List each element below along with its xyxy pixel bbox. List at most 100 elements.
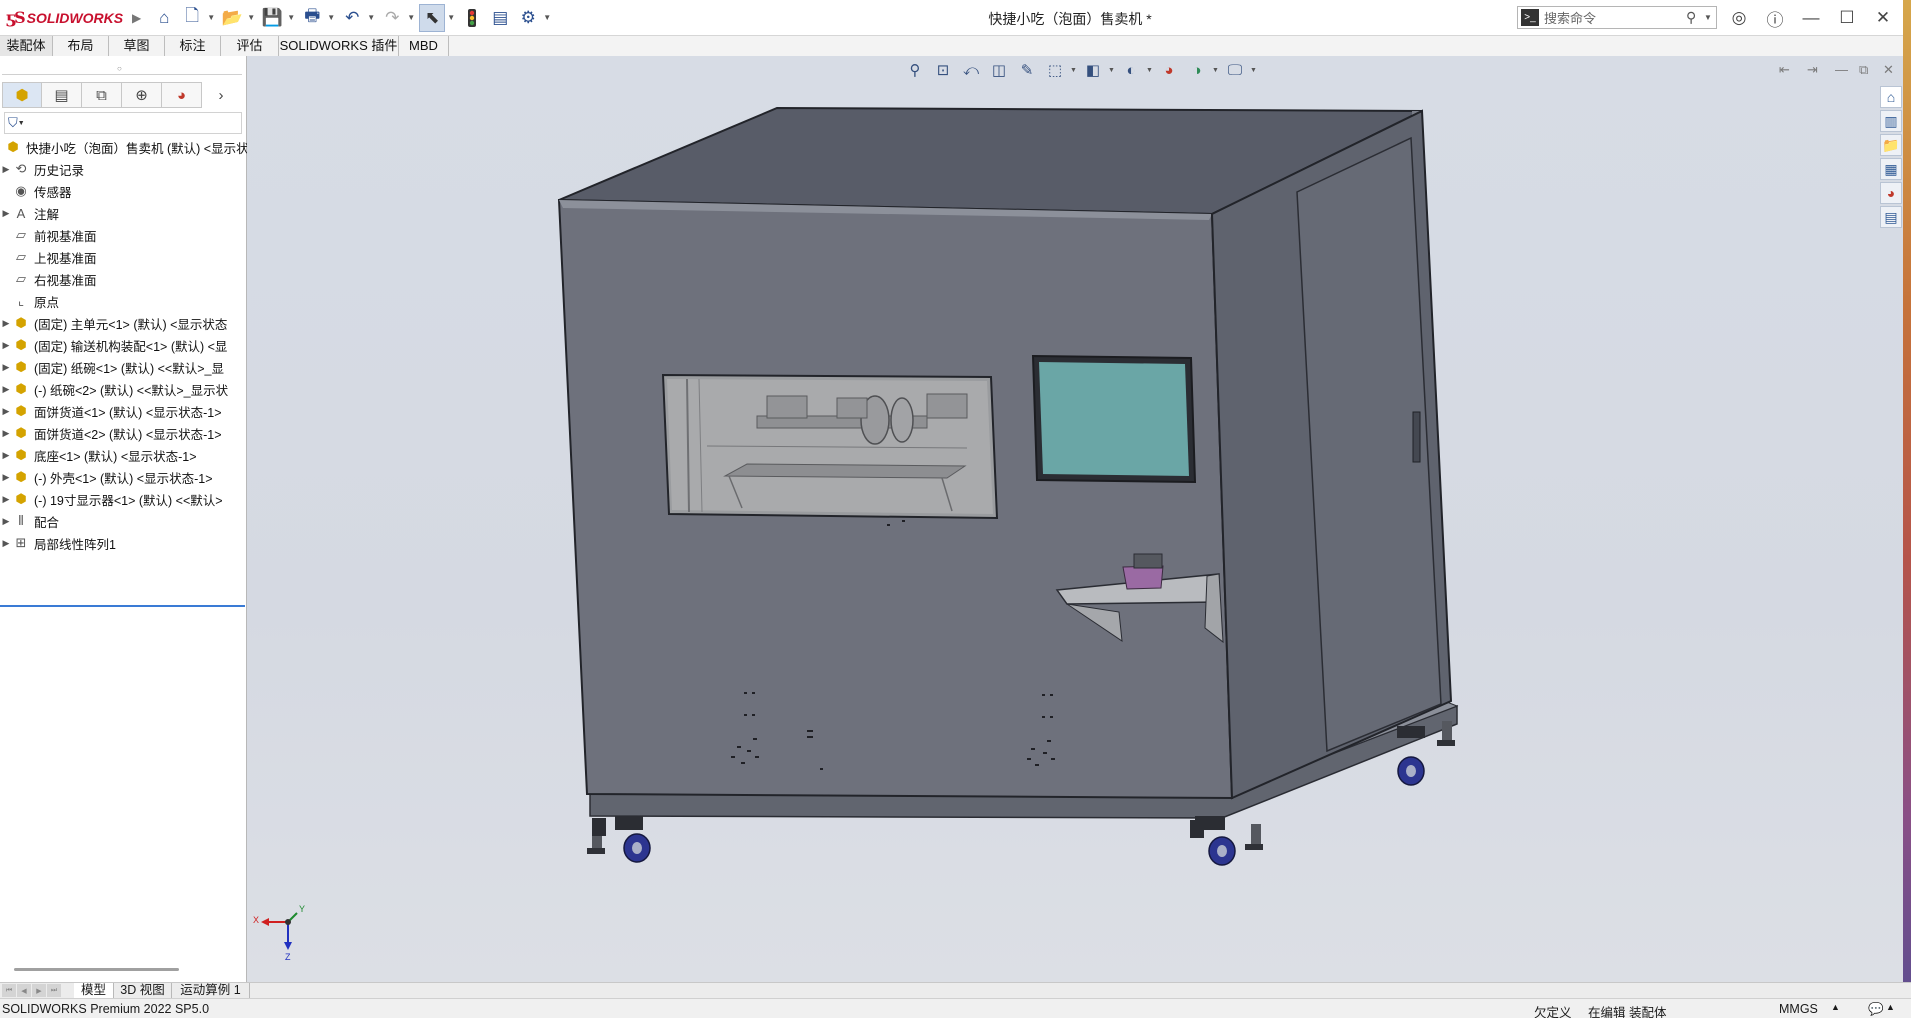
unit-system[interactable]: MMGS <box>1779 1002 1818 1016</box>
graphics-area[interactable]: ⚲ ⊡ ⤺ ◫ ✎ ⬚ ▼ ◧ ▼ ◐ ▼ ◕ ◑ ▼ 🖵 ▼ ⇤ ⇥ — ⧉ ✕ <box>247 56 1903 982</box>
last-tab-icon[interactable]: ⏭ <box>47 984 61 997</box>
close-icon[interactable]: ✕ <box>1868 4 1898 32</box>
open-dropdown-icon[interactable]: ▼ <box>247 13 257 22</box>
expand-arrow-icon[interactable]: ▶ <box>0 384 12 395</box>
help-icon[interactable]: ⓘ <box>1760 4 1790 32</box>
search-commands-input[interactable]: >_ 搜索命令 ⚲ ▼ <box>1517 6 1717 29</box>
rebuild-icon[interactable] <box>459 4 485 32</box>
design-library-icon[interactable]: ▥ <box>1880 110 1902 132</box>
tree-item[interactable]: ▶ ⬢ (-) 19寸显示器<1> (默认) <<默认> <box>0 488 247 510</box>
select-icon[interactable]: ⬉ <box>419 3 446 32</box>
expand-arrow-icon[interactable]: ▶ <box>0 318 12 329</box>
tree-item[interactable]: ▶ ⬢ (-) 外壳<1> (默认) <显示状态-1> <box>0 466 247 488</box>
appearances-icon[interactable]: ◕ <box>1880 182 1902 204</box>
display-manager-tab-icon[interactable]: ◕ <box>162 82 202 108</box>
solidworks-resources-icon[interactable]: ⌂ <box>1880 86 1902 108</box>
tab-evaluate[interactable]: 评估 <box>221 36 279 56</box>
tab-addins[interactable]: SOLIDWORKS 插件 <box>279 36 399 56</box>
expand-arrow-icon[interactable]: ▶ <box>0 362 12 373</box>
expand-arrow-icon[interactable]: ▶ <box>0 208 12 219</box>
prev-tab-icon[interactable]: ◀ <box>17 984 31 997</box>
options-icon[interactable]: ⚙ <box>515 4 541 32</box>
expand-arrow-icon[interactable]: ▶ <box>0 538 12 549</box>
tab-assembly[interactable]: 装配体 <box>0 36 53 56</box>
home-icon[interactable]: ⌂ <box>151 4 177 32</box>
search-dropdown-icon[interactable]: ▼ <box>1704 13 1716 22</box>
first-tab-icon[interactable]: ⏮ <box>2 984 16 997</box>
next-tab-icon[interactable]: ▶ <box>32 984 46 997</box>
tree-item[interactable]: ▶ ⊞ 局部线性阵列1 <box>0 532 247 554</box>
tree-item[interactable]: ⌞ 原点 <box>0 290 247 312</box>
property-manager-tab-icon[interactable]: ▤ <box>42 82 82 108</box>
tree-item[interactable]: ▶ ⬢ (固定) 输送机构装配<1> (默认) <显 <box>0 334 247 356</box>
expand-arrow-icon[interactable]: ▶ <box>0 428 12 439</box>
panel-grip-icon[interactable]: ○ <box>117 64 122 73</box>
model-view-tabs: ⏮ ◀ ▶ ⏭ 模型 3D 视图 运动算例 1 <box>0 982 1911 999</box>
maximize-icon[interactable]: ☐ <box>1832 4 1862 32</box>
panel-horizontal-scrollbar[interactable] <box>14 968 179 971</box>
user-account-icon[interactable]: ◎ <box>1724 4 1754 32</box>
tree-item[interactable]: ▱ 前视基准面 <box>0 224 247 246</box>
expand-arrow-icon[interactable]: ▶ <box>0 494 12 505</box>
tree-item[interactable]: ▶ A 注解 <box>0 202 247 224</box>
more-tabs-icon[interactable]: › <box>208 82 234 108</box>
file-properties-icon[interactable]: ▤ <box>487 4 513 32</box>
expand-arrow-icon[interactable]: ▶ <box>0 472 12 483</box>
filter-dropdown-icon[interactable]: ▼ <box>18 120 25 127</box>
dimxpert-manager-tab-icon[interactable]: ⊕ <box>122 82 162 108</box>
print-icon[interactable]: 🖶 <box>299 4 325 32</box>
search-icon[interactable]: ⚲ <box>1686 9 1704 26</box>
tree-item[interactable]: ▱ 右视基准面 <box>0 268 247 290</box>
file-explorer-icon[interactable]: 📁 <box>1880 134 1902 156</box>
undo-dropdown-icon[interactable]: ▼ <box>367 13 377 22</box>
tab-mbd[interactable]: MBD <box>399 36 449 56</box>
redo-icon[interactable]: ↷ <box>379 4 405 32</box>
new-file-icon[interactable]: 🗋 <box>179 4 205 32</box>
options-dropdown-icon[interactable]: ▼ <box>543 13 553 22</box>
feature-manager-tab-icon[interactable]: ⬢ <box>2 82 42 108</box>
minimize-icon[interactable]: — <box>1796 4 1826 32</box>
redo-dropdown-icon[interactable]: ▼ <box>407 13 417 22</box>
expand-arrow-icon[interactable]: ▶ <box>0 516 12 527</box>
expand-arrow-icon[interactable]: ▶ <box>0 340 12 351</box>
tab-layout[interactable]: 布局 <box>53 36 109 56</box>
tab-3d-view[interactable]: 3D 视图 <box>114 983 172 999</box>
rollback-bar[interactable] <box>0 605 245 607</box>
custom-properties-icon[interactable]: ▤ <box>1880 206 1902 228</box>
expand-arrow-icon[interactable]: ▶ <box>0 406 12 417</box>
tree-item-label: 面饼货道<1> (默认) <显示状态-1> <box>34 405 222 420</box>
tree-item[interactable]: ▶ ⬢ (固定) 主单元<1> (默认) <显示状态 <box>0 312 247 334</box>
open-file-icon[interactable]: 📂 <box>219 4 245 32</box>
tree-filter-input[interactable]: ⛉ ▼ <box>4 112 242 134</box>
save-icon[interactable]: 💾 <box>259 4 285 32</box>
tree-item[interactable]: ▶ ⬢ 面饼货道<1> (默认) <显示状态-1> <box>0 400 247 422</box>
menu-expand-arrow-icon[interactable]: ▶ <box>132 11 141 25</box>
quick-tips-icon[interactable]: 💬 <box>1868 1002 1884 1017</box>
tab-motion-study[interactable]: 运动算例 1 <box>172 983 250 999</box>
tree-item[interactable]: ▶ ⬢ 面饼货道<2> (默认) <显示状态-1> <box>0 422 247 444</box>
tab-model[interactable]: 模型 <box>74 983 114 999</box>
tab-markup[interactable]: 标注 <box>165 36 221 56</box>
solidworks-logo[interactable]: ƽS SOLIDWORKS <box>0 8 132 27</box>
configuration-manager-tab-icon[interactable]: ⧉ <box>82 82 122 108</box>
new-dropdown-icon[interactable]: ▼ <box>207 13 217 22</box>
vending-machine-model[interactable] <box>247 56 1903 982</box>
tree-item[interactable]: ▱ 上视基准面 <box>0 246 247 268</box>
tab-sketch[interactable]: 草图 <box>109 36 165 56</box>
undo-icon[interactable]: ↶ <box>339 4 365 32</box>
save-dropdown-icon[interactable]: ▼ <box>287 13 297 22</box>
tree-item[interactable]: ▶ ⬢ (-) 纸碗<2> (默认) <<默认>_显示状 <box>0 378 247 400</box>
select-dropdown-icon[interactable]: ▼ <box>447 13 457 22</box>
tree-item[interactable]: ▶ ⬢ (固定) 纸碗<1> (默认) <<默认>_显 <box>0 356 247 378</box>
expand-arrow-icon[interactable]: ▶ <box>0 164 12 175</box>
tree-item[interactable]: ▶ ⬢ 底座<1> (默认) <显示状态-1> <box>0 444 247 466</box>
view-palette-icon[interactable]: ▦ <box>1880 158 1902 180</box>
tree-item[interactable]: ▶ ⟲ 历史记录 <box>0 158 247 180</box>
expand-arrow-icon[interactable]: ▶ <box>0 450 12 461</box>
print-dropdown-icon[interactable]: ▼ <box>327 13 337 22</box>
tree-item[interactable]: ◉ 传感器 <box>0 180 247 202</box>
tree-item[interactable]: ▶ ⫴ 配合 <box>0 510 247 532</box>
tree-root[interactable]: ⬢ 快捷小吃（泡面）售卖机 (默认) <显示状 <box>0 136 247 158</box>
status-dropdown-icon[interactable]: ▲ <box>1886 1002 1895 1012</box>
units-dropdown-icon[interactable]: ▲ <box>1831 1002 1840 1012</box>
